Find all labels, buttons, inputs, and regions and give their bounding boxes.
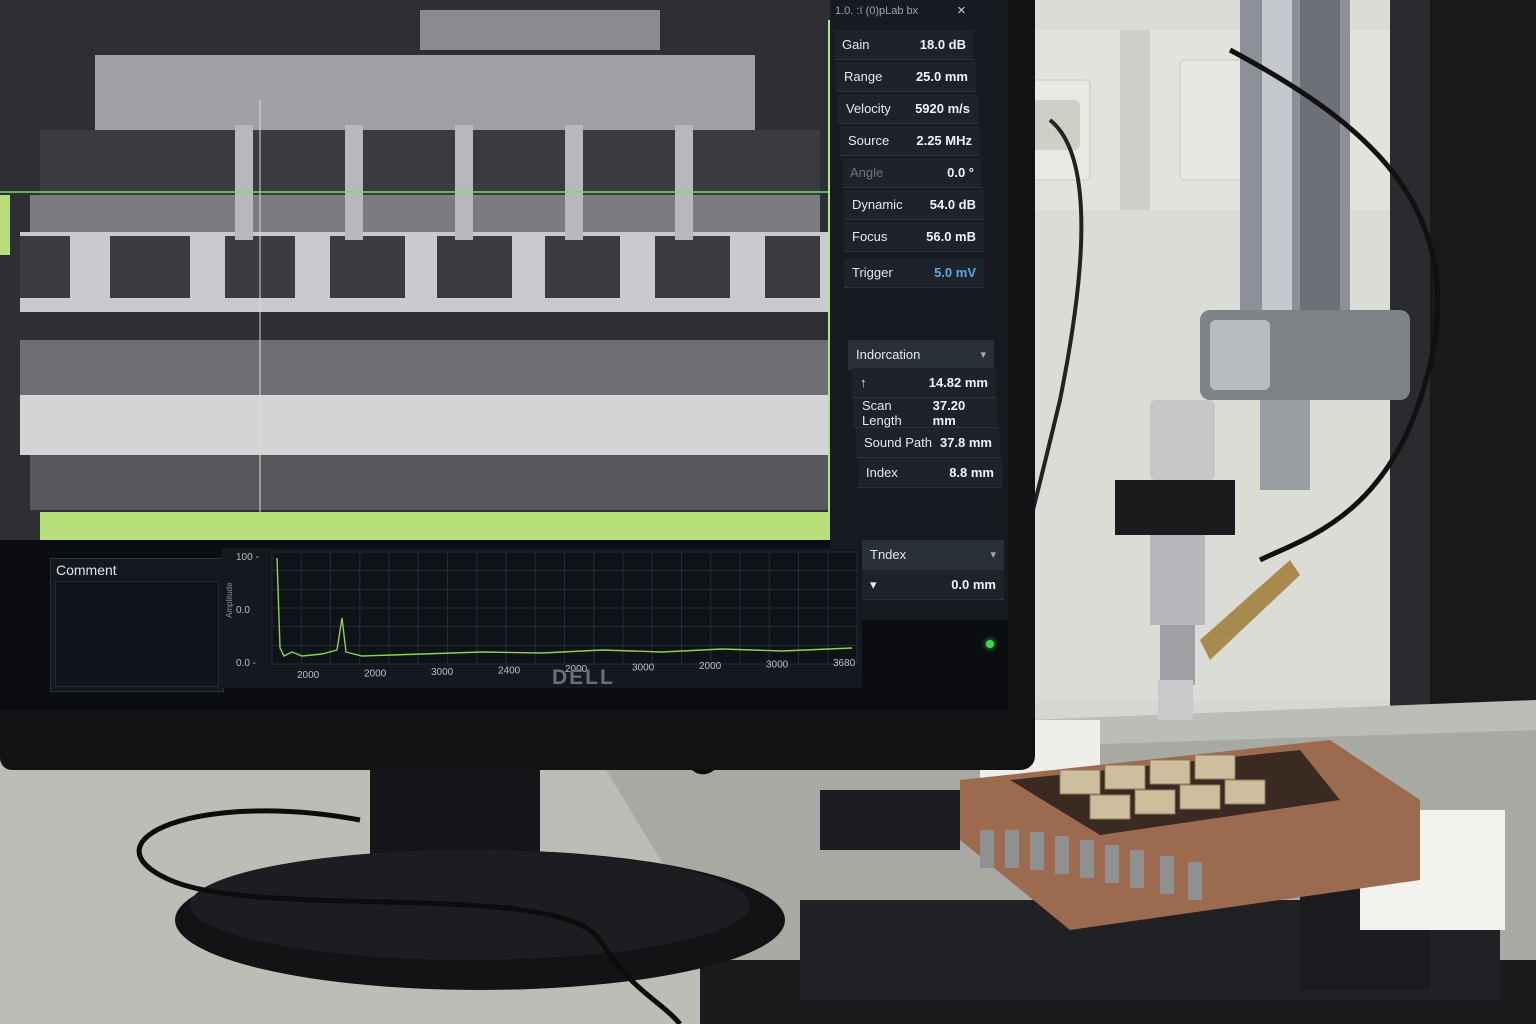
- waveform-x-tick: 2000: [699, 661, 722, 672]
- indication-row[interactable]: ↑ 14.82 mm: [852, 368, 996, 398]
- waveform-y-tick: 100 -: [236, 552, 259, 563]
- panel-header-title: 1.0. :ï (0)pLab bx: [835, 5, 919, 17]
- comment-panel: Comment: [50, 558, 224, 692]
- param-row-angle[interactable]: Angle 0.0 °: [842, 158, 982, 188]
- index-dropdown[interactable]: Tndex ▾: [862, 540, 1004, 570]
- param-value: 5.0 mV: [934, 265, 976, 280]
- param-label: Velocity: [846, 101, 891, 116]
- param-value: 56.0 mB: [926, 229, 976, 244]
- index-dropdown-label: Tndex: [870, 547, 907, 562]
- waveform-x-tick: 3000: [766, 660, 789, 671]
- param-row-source[interactable]: Source 2.25 MHz: [840, 126, 980, 156]
- indication-row[interactable]: Index 8.8 mm: [858, 458, 1002, 488]
- comment-textbox[interactable]: [55, 581, 219, 687]
- monitor-screen: 1.0. :ï (0)pLab bx × Gain 18.0 dB Range 25.…: [0, 0, 1008, 710]
- indication-dropdown[interactable]: Indorcation ▾: [848, 340, 994, 370]
- index-value-marker: ▾: [870, 576, 877, 592]
- param-label: Source: [848, 133, 890, 148]
- param-value: 2.25 MHz: [916, 133, 972, 148]
- indication-label: Index: [866, 465, 898, 480]
- waveform-x-tick: 2400: [498, 666, 521, 677]
- param-label: Range: [844, 69, 883, 84]
- param-value: 25.0 mm: [915, 69, 968, 84]
- waveform-y-tick: 0.0: [236, 605, 250, 616]
- indication-value: 37.20 mm: [932, 397, 966, 428]
- param-row-focus[interactable]: Focus 56.0 mB: [844, 222, 984, 252]
- param-label: Angle: [850, 165, 884, 180]
- index-value-row[interactable]: ▾ 0.0 mm: [862, 570, 1004, 600]
- param-label: Trigger: [852, 265, 893, 280]
- parameter-sidebar: [830, 0, 1008, 620]
- param-label: Gain: [842, 37, 870, 52]
- param-label: Dynamic: [852, 197, 903, 212]
- ascan-waveform: Amplitude 100 - 0.0 0.0 - 2000 2000 3000 2400…: [222, 548, 862, 688]
- indication-label: Scan Length: [862, 397, 902, 428]
- chevron-down-icon: ▾: [980, 349, 986, 361]
- param-value: 18.0 dB: [919, 37, 966, 52]
- indication-dropdown-label: Indorcation: [856, 347, 921, 362]
- indication-row[interactable]: Sound Path 37.8 mm: [856, 428, 1000, 458]
- param-value: 5920 m/s: [915, 101, 970, 116]
- waveform-x-tick: 3000: [632, 663, 655, 674]
- power-led: [986, 640, 994, 648]
- param-row-velocity[interactable]: Velocity 5920 m/s: [838, 94, 978, 124]
- close-icon[interactable]: ×: [957, 2, 966, 19]
- waveform-x-tick: 3000: [431, 667, 454, 678]
- indication-value: 14.82 mm: [928, 375, 988, 390]
- indication-value: 8.8 mm: [949, 465, 994, 480]
- param-row-gain[interactable]: Gain 18.0 dB: [834, 30, 974, 60]
- dell-logo: DELL: [552, 666, 615, 689]
- indication-label: Sound Path: [864, 435, 932, 450]
- param-label: Focus: [852, 229, 888, 244]
- index-value: 0.0 mm: [951, 577, 996, 592]
- waveform-y-label: Amplitude: [225, 582, 234, 618]
- indication-value: 37.8 mm: [939, 435, 992, 450]
- waveform-y-tick: 0.0 -: [236, 658, 256, 669]
- indication-label: ↑: [860, 375, 867, 390]
- waveform-x-tick: 3680: [833, 658, 856, 669]
- param-value: 0.0 °: [947, 165, 974, 180]
- waveform-x-tick: 2000: [364, 669, 387, 680]
- panel-header: 1.0. :ï (0)pLab bx ×: [835, 0, 975, 22]
- indication-row[interactable]: Scan Length 37.20 mm: [854, 398, 998, 428]
- chevron-down-icon: ▾: [990, 549, 996, 561]
- comment-label: Comment: [56, 562, 117, 578]
- param-row-trigger[interactable]: Trigger 5.0 mV: [844, 258, 984, 288]
- param-row-dynamic[interactable]: Dynamic 54.0 dB: [844, 190, 984, 220]
- param-value: 54.0 dB: [929, 197, 976, 212]
- param-row-range[interactable]: Range 25.0 mm: [836, 62, 976, 92]
- ultrasonic-cscan-image: [0, 0, 840, 540]
- waveform-x-tick: 2000: [297, 670, 320, 681]
